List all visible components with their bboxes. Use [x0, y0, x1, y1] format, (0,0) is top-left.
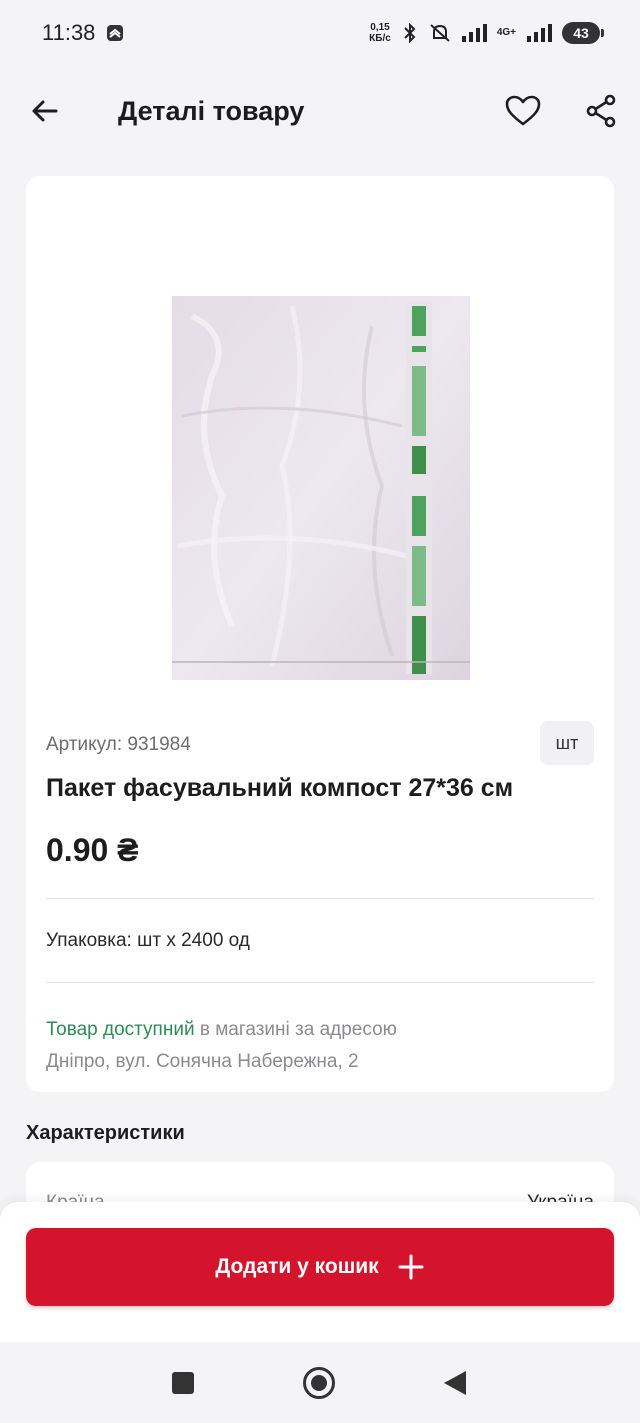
add-to-cart-label: Додати у кошик: [215, 1255, 379, 1278]
characteristics-title: Характеристики: [26, 1122, 185, 1144]
app-notification-icon: [107, 25, 124, 41]
divider: [46, 898, 594, 899]
divider: [46, 982, 594, 983]
speed-unit: КБ/с: [369, 33, 391, 44]
availability-info: Товар доступний в магазині за адресою Дн…: [46, 1014, 586, 1078]
product-sku: Артикул: 931984: [46, 734, 191, 755]
availability-text: в магазині за адресою: [194, 1019, 397, 1040]
packaging-info: Упаковка: шт x 2400 од: [46, 930, 250, 951]
battery-icon: 43: [562, 22, 604, 44]
battery-level: 43: [573, 25, 589, 41]
app-header: Деталі товару: [0, 78, 640, 144]
status-bar: 11:38 0,15 КБ/с 4G+ 43: [0, 0, 640, 66]
product-name: Пакет фасувальний компост 27*36 см: [46, 774, 514, 802]
status-left: 11:38: [42, 20, 125, 46]
recent-apps-icon[interactable]: [172, 1372, 194, 1394]
arrow-left-icon: [32, 100, 58, 122]
home-icon[interactable]: [303, 1367, 335, 1399]
add-to-cart-button[interactable]: Додати у кошик: [26, 1228, 614, 1306]
speed-value: 0,15: [370, 22, 390, 33]
network-type: 4G+: [496, 27, 516, 38]
mute-icon: [430, 24, 450, 42]
share-icon: [586, 94, 616, 128]
share-button[interactable]: [580, 90, 622, 132]
favorite-button[interactable]: [502, 90, 544, 132]
back-button[interactable]: [26, 92, 64, 130]
status-time: 11:38: [42, 20, 96, 45]
system-nav-bar: [0, 1342, 640, 1423]
store-address: Дніпро, вул. Сонячна Набережна, 2: [46, 1051, 359, 1072]
plus-icon: [398, 1254, 424, 1280]
bluetooth-icon: [404, 23, 416, 43]
product-image[interactable]: [172, 296, 470, 680]
home-dot: [311, 1375, 327, 1391]
status-right: 0,15 КБ/с 4G+ 43: [369, 22, 604, 44]
signal-icon: [461, 24, 487, 42]
page-title: Деталі товару: [118, 96, 305, 126]
unit-badge[interactable]: шт: [540, 721, 594, 765]
product-card: Артикул: 931984 шт Пакет фасувальний ком…: [26, 176, 614, 1092]
bottom-action-bar: Додати у кошик: [0, 1202, 640, 1342]
signal-icon-2: [527, 24, 552, 42]
system-back-icon[interactable]: [444, 1371, 466, 1395]
product-price: 0.90 ₴: [46, 832, 139, 868]
availability-status: Товар доступний: [46, 1019, 195, 1040]
network-speed: 0,15 КБ/с: [369, 22, 391, 44]
heart-icon: [505, 95, 541, 126]
